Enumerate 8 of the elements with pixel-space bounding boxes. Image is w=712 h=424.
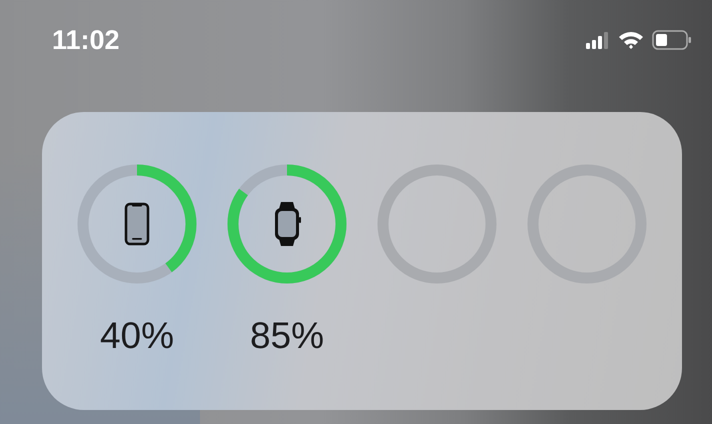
phone-icon [124, 202, 150, 246]
battery-percentage: 85% [250, 314, 324, 358]
wifi-icon [618, 30, 644, 50]
battery-percentage: 40% [100, 314, 174, 358]
battery-icon [652, 30, 692, 50]
signal-icon [586, 31, 610, 49]
status-time: 11:02 [52, 24, 120, 56]
watch-icon [275, 202, 301, 246]
